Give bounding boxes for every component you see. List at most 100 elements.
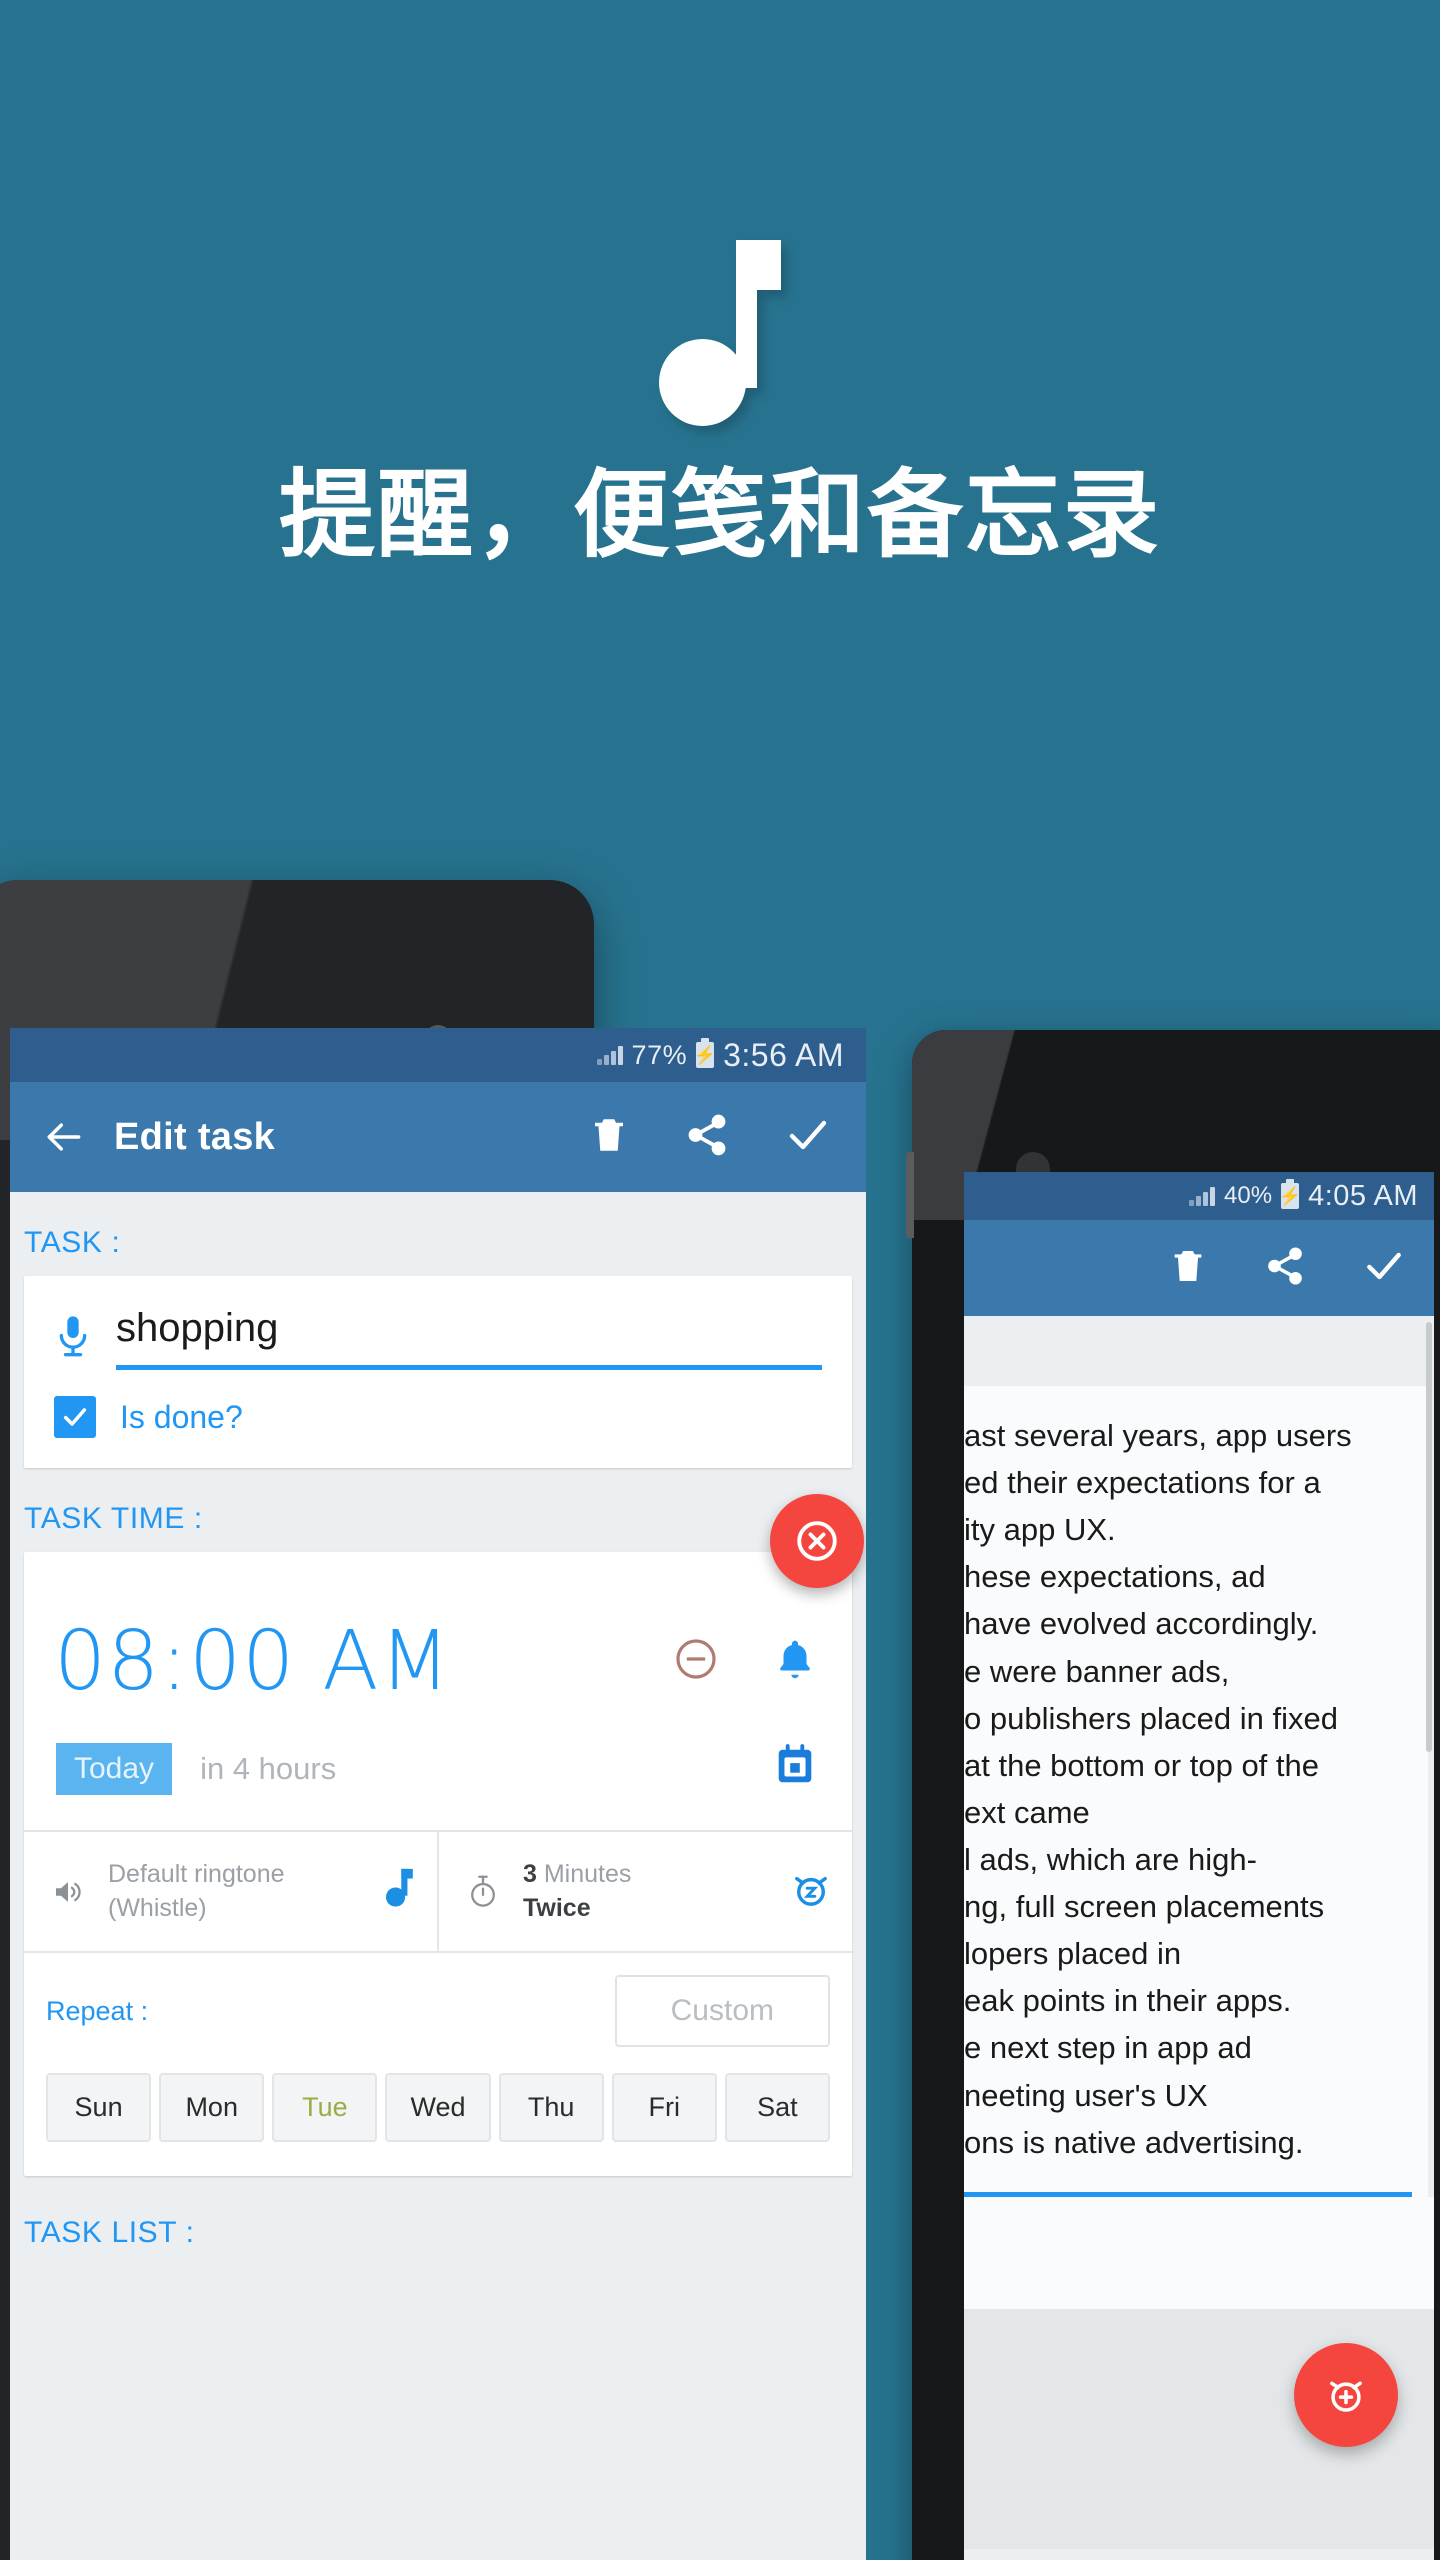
task-section-label: TASK : (24, 1226, 121, 1259)
note-line: ng, full screen placements (964, 1889, 1325, 1925)
is-done-checkbox[interactable] (54, 1396, 96, 1438)
repeat-day-sat[interactable]: Sat (724, 2073, 830, 2142)
battery-percent-label: 40% (1224, 1182, 1273, 1209)
front-app-bar-actions (588, 1111, 840, 1164)
repeat-days: Sun Mon Tue Wed Thu Fri Sat (46, 2073, 830, 2142)
close-circle-icon[interactable] (770, 1494, 864, 1588)
arrow-back-icon[interactable] (36, 1109, 92, 1165)
repeat-day-mon[interactable]: Mon (159, 2073, 265, 2142)
back-phone-mockup: 40% ⚡ 4:05 AM ast several years, app use… (906, 1030, 1440, 2560)
note-line: ed their expectations for a (964, 1465, 1321, 1501)
check-icon[interactable] (1362, 1244, 1406, 1293)
delete-icon[interactable] (588, 1114, 630, 1161)
note-bottom-space (964, 2196, 1434, 2309)
custom-repeat-button[interactable]: Custom (614, 1975, 830, 2047)
snooze-option[interactable]: 3 Minutes Twice (437, 1832, 852, 1951)
music-note-small-icon[interactable] (379, 1866, 419, 1917)
note-line: eak points in their apps. (964, 1983, 1292, 2019)
back-phone-screen: 40% ⚡ 4:05 AM ast several years, app use… (964, 1172, 1434, 2560)
task-list-section-label: TASK LIST : (24, 2216, 195, 2249)
front-status-bar: 77% ⚡ 3:56 AM (10, 1028, 866, 1082)
hero-icon-wrap (0, 240, 1440, 426)
back-note-topspacer (964, 1316, 1434, 1386)
scrollbar[interactable] (1426, 1322, 1432, 1752)
signal-bars-icon (1189, 1186, 1216, 1206)
note-line: hese expectations, ad (964, 1559, 1266, 1595)
note-line: e next step in app ad (964, 2030, 1252, 2066)
note-line: l ads, which are high- (964, 1841, 1257, 1877)
back-status-bar: 40% ⚡ 4:05 AM (964, 1172, 1434, 1220)
delete-icon[interactable] (1168, 1246, 1208, 1291)
alarm-date-row[interactable]: Today in 4 hours (24, 1727, 852, 1830)
battery-charging-icon: ⚡ (1279, 1179, 1301, 1209)
alarm-time-row[interactable]: 08:00 AM (24, 1552, 852, 1727)
repeat-day-fri[interactable]: Fri (611, 2073, 717, 2142)
relative-time-label: in 4 hours (200, 1750, 337, 1786)
is-done-label: Is done? (120, 1398, 243, 1435)
music-note-head (659, 339, 746, 426)
snooze-amount: 3 (523, 1860, 537, 1888)
back-list-area (964, 2308, 1434, 2549)
minus-circle-icon[interactable] (672, 1635, 720, 1688)
repeat-day-thu[interactable]: Thu (498, 2073, 604, 2142)
repeat-label: Repeat : (46, 1995, 149, 2026)
battery-percent-label: 77% (631, 1039, 688, 1070)
task-time-card: 08:00 AM Today in 4 hours Default ringto… (24, 1494, 864, 2176)
front-phone-screen: 77% ⚡ 3:56 AM Edit task TASK: shopping … (10, 1028, 866, 2560)
task-card: shopping Is done? (24, 1276, 852, 1468)
app-bar-title: Edit task (114, 1115, 276, 1158)
snooze-alarm-icon[interactable] (788, 1866, 834, 1917)
repeat-day-sun[interactable]: Sun (46, 2073, 152, 2142)
volume-icon (42, 1874, 94, 1910)
ringtone-option[interactable]: Default ringtone (Whistle) (24, 1832, 437, 1951)
repeat-section: Repeat : Custom Sun Mon Tue Wed Thu Fri … (24, 1951, 852, 2166)
alarm-time-value: 08:00 AM (54, 1614, 452, 1709)
note-line: o publishers placed in fixed (964, 1700, 1338, 1736)
note-line: have evolved accordingly. (964, 1606, 1319, 1642)
microphone-icon[interactable] (46, 1306, 100, 1364)
hero-banner: 提醒，便笺和备忘录 (0, 0, 1440, 860)
calendar-icon[interactable] (772, 1741, 818, 1796)
check-icon[interactable] (784, 1111, 832, 1164)
note-line: at the bottom or top of the (964, 1747, 1320, 1783)
share-icon[interactable] (1264, 1245, 1306, 1292)
power-button[interactable] (906, 1152, 914, 1238)
stopwatch-icon (457, 1872, 509, 1912)
bell-icon[interactable] (772, 1636, 818, 1687)
ringtone-detail: (Whistle) (108, 1893, 207, 1922)
snooze-text: 3 Minutes Twice (523, 1858, 778, 1925)
task-time-section-label: TASK TIME : (24, 1502, 203, 1535)
front-content: TASK : shopping Is done? TASK TIME: 08:… (10, 1192, 866, 2260)
repeat-day-wed[interactable]: Wed (385, 2073, 491, 2142)
note-line: ons is native advertising. (964, 2124, 1304, 2160)
add-alarm-fab[interactable] (1294, 2342, 1398, 2447)
note-line: e were banner ads, (964, 1653, 1230, 1689)
ringtone-text: Default ringtone (Whistle) (108, 1858, 369, 1925)
today-chip[interactable]: Today (56, 1742, 173, 1795)
front-phone-mockup: 77% ⚡ 3:56 AM Edit task TASK: shopping … (0, 880, 866, 2560)
is-done-row[interactable]: Is done? (24, 1370, 852, 1468)
task-name-value: shopping (116, 1306, 279, 1350)
note-editor[interactable]: ast several years, app users ed their ex… (964, 1386, 1428, 2197)
snooze-interval: 3 Minutes (523, 1858, 778, 1892)
task-name-underline (116, 1365, 822, 1370)
back-app-bar (964, 1220, 1434, 1316)
note-line: ext came (964, 1794, 1090, 1830)
alarm-options-row: Default ringtone (Whistle) 3 Minutes Twi… (24, 1830, 852, 1951)
note-line: ast several years, app users (964, 1418, 1352, 1453)
snooze-unit: Minutes (543, 1860, 632, 1888)
signal-bars-icon (596, 1045, 623, 1065)
task-input-row: shopping (24, 1276, 852, 1370)
snooze-count: Twice (523, 1893, 591, 1922)
note-line: neeting user's UX (964, 2077, 1208, 2113)
share-icon[interactable] (684, 1112, 730, 1163)
front-app-bar: Edit task (10, 1082, 866, 1192)
ringtone-name: Default ringtone (108, 1860, 285, 1888)
task-name-field[interactable]: shopping (116, 1306, 830, 1370)
note-line: lopers placed in (964, 1936, 1182, 1972)
repeat-day-tue[interactable]: Tue (272, 2073, 378, 2142)
clock-label: 3:56 AM (723, 1036, 844, 1073)
battery-charging-icon: ⚡ (694, 1038, 716, 1068)
page-title: 提醒，便笺和备忘录 (279, 459, 1161, 571)
note-line: ity app UX. (964, 1512, 1116, 1548)
